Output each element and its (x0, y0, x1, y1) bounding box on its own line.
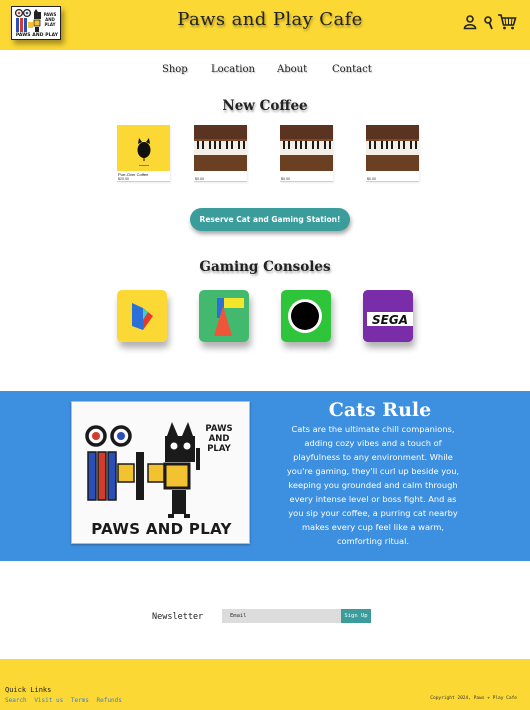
new-coffee-heading: New Coffee (222, 98, 308, 114)
site-logo[interactable]: PAWS AND PLAY PAWS AND PLAY (11, 6, 61, 40)
product-image (280, 125, 333, 171)
product-card[interactable]: Purr-Over Coffee $20.00 (117, 125, 170, 182)
main-nav: Shop Location About Contact (0, 64, 530, 78)
sega-label: SEGA (372, 313, 408, 327)
nav-about[interactable]: About (277, 64, 307, 75)
footer-link-terms[interactable]: Terms (71, 697, 89, 704)
reserve-station-button[interactable]: Reserve Cat and Gaming Station! (190, 208, 350, 231)
console-tile-1[interactable] (117, 290, 167, 342)
logo-text: PAWS AND PLAY (15, 33, 59, 38)
footer-link-visit-us[interactable]: Visit us (34, 697, 63, 704)
footer-link-search[interactable]: Search (5, 697, 27, 704)
newsletter-label: Newsletter (152, 612, 204, 622)
footer-link-refunds[interactable]: Refunds (97, 697, 122, 704)
nav-contact[interactable]: Contact (332, 64, 372, 75)
product-price: $0.00 (367, 177, 376, 181)
nav-shop[interactable]: Shop (162, 64, 188, 75)
quick-links: Search Visit us Terms Refunds (5, 697, 126, 704)
product-card[interactable]: $0.00 (280, 125, 333, 182)
user-icon[interactable] (463, 14, 477, 30)
site-title: Paws and Play Cafe (177, 9, 363, 30)
product-price: $0.00 (281, 177, 290, 181)
cats-section: PAWS AND PLAY PAWS AND PLAY Cats Rule Ca… (0, 391, 530, 561)
black-circle-icon (281, 290, 331, 342)
product-image (366, 125, 419, 171)
site-footer: Quick Links Search Visit us Terms Refund… (0, 659, 530, 710)
product-card[interactable]: $0.00 (194, 125, 247, 182)
product-price: $20.00 (118, 177, 129, 181)
product-price: $0.00 (195, 177, 204, 181)
quick-links-title: Quick Links (5, 686, 52, 694)
svg-text:PLAY: PLAY (44, 22, 55, 27)
console-tile-3[interactable] (281, 290, 331, 342)
product-card[interactable]: $0.00 (366, 125, 419, 182)
sign-up-button[interactable]: Sign Up (341, 609, 371, 623)
cats-logo-image: PAWS AND PLAY PAWS AND PLAY (71, 401, 250, 544)
console-tile-4[interactable]: SEGA (363, 290, 413, 342)
cats-description: Cats are the ultimate chill companions, … (286, 424, 460, 546)
blue-play-icon (117, 290, 167, 342)
cats-title: Cats Rule (328, 399, 432, 421)
cart-icon[interactable] (497, 13, 517, 31)
site-header: PAWS AND PLAY PAWS AND PLAY Paws and Pla… (0, 0, 530, 50)
product-image (194, 125, 247, 171)
copyright-text: Copyright 2024, Paws + Play Cafe (430, 696, 517, 701)
gaming-consoles-heading: Gaming Consoles (199, 259, 331, 275)
search-icon[interactable] (483, 15, 493, 31)
nav-location[interactable]: Location (211, 64, 255, 75)
triangle-shapes-icon (199, 290, 249, 342)
email-input[interactable] (222, 609, 341, 623)
console-tile-2[interactable] (199, 290, 249, 342)
cats-image-small-text: PAWS AND PLAY (205, 424, 233, 454)
cats-image-text: PAWS AND PLAY (91, 520, 232, 538)
product-image (117, 125, 170, 171)
